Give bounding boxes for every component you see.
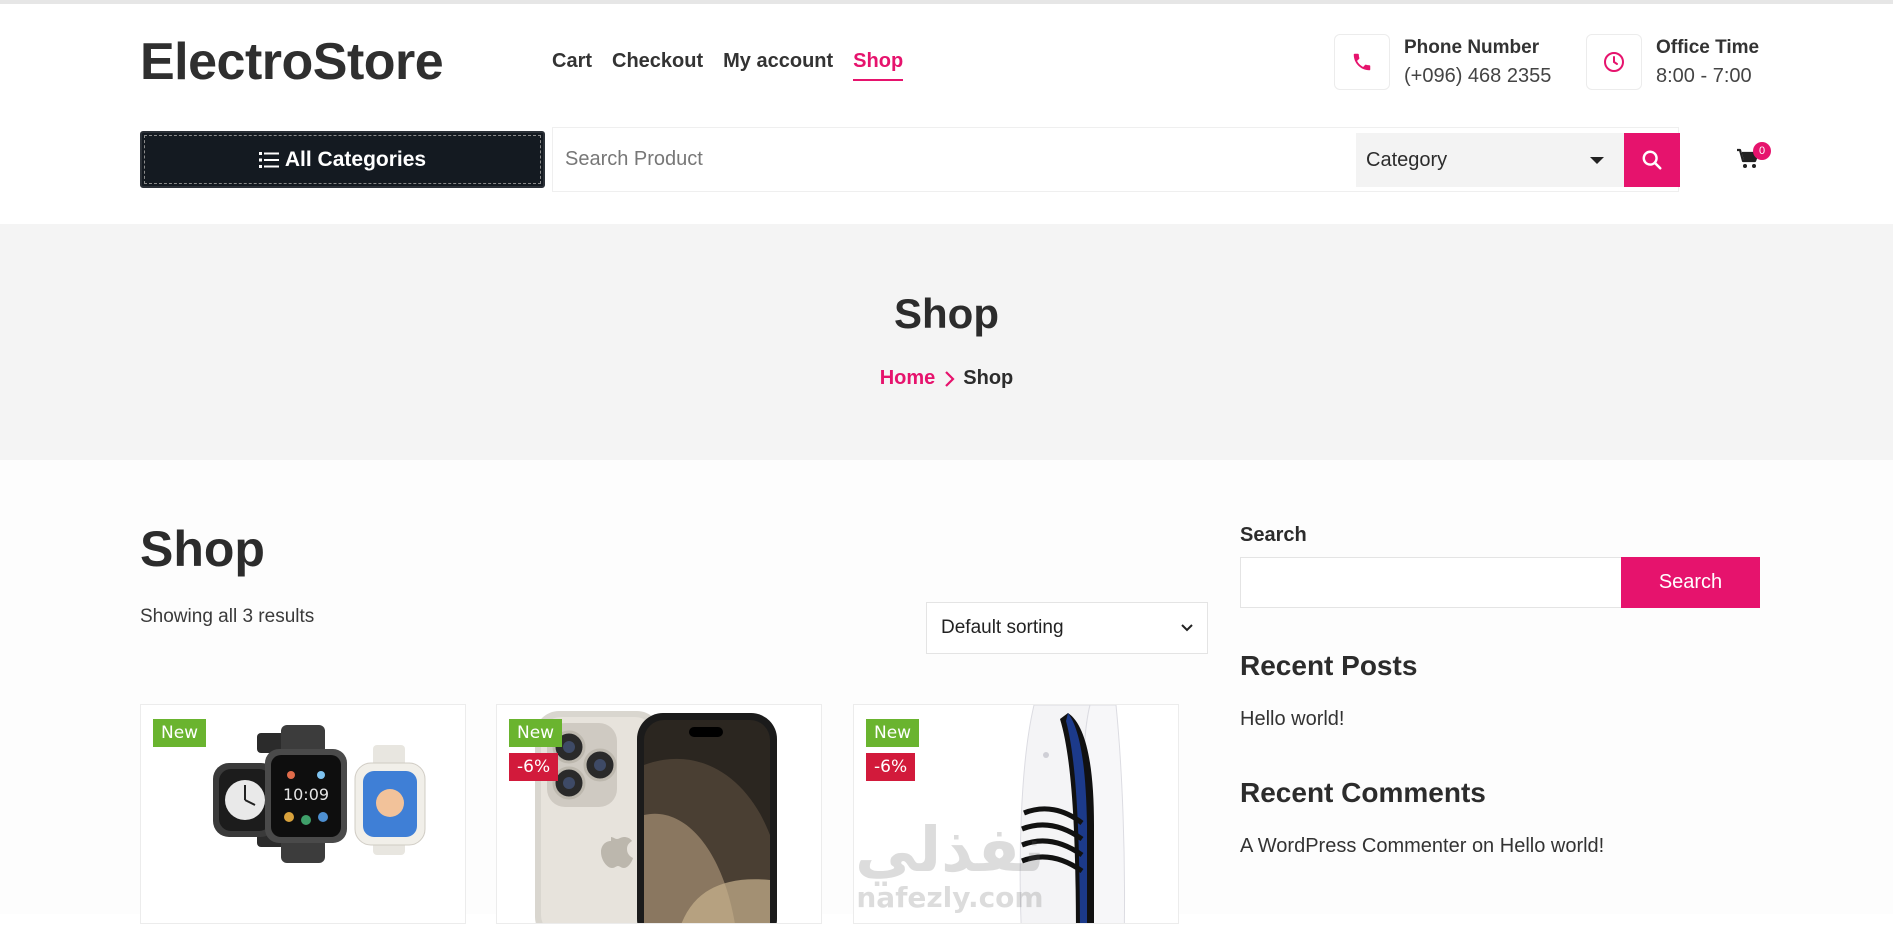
sidebar-search-button[interactable]: Search	[1621, 557, 1760, 608]
breadcrumb-home[interactable]: Home	[880, 367, 936, 390]
page-banner: Shop Home Shop	[0, 224, 1893, 460]
product-card[interactable]: New -6%	[853, 704, 1179, 924]
new-badge: New	[866, 719, 920, 747]
banner-title: Shop	[894, 290, 999, 337]
breadcrumb-current: Shop	[963, 367, 1014, 389]
shop-content: Shop Showing all 3 results Default sorti…	[0, 460, 1893, 924]
breadcrumb: Home Shop	[0, 367, 1893, 390]
search-icon	[1642, 150, 1662, 170]
recent-post-link[interactable]: Hello world!	[1240, 708, 1760, 731]
sidebar-search-input[interactable]	[1240, 557, 1622, 608]
all-categories-label: All Categories	[284, 147, 427, 171]
category-select[interactable]: Category	[1356, 133, 1624, 187]
phone-title: Phone Number	[1404, 36, 1540, 58]
product-search-button[interactable]	[1624, 133, 1680, 187]
office-value: 8:00 - 7:00	[1656, 64, 1752, 87]
new-badge: New	[153, 719, 207, 747]
recent-comments-title: Recent Comments	[1240, 777, 1486, 808]
recent-comment: A WordPress Commenter on Hello world!	[1240, 835, 1760, 858]
cart-button[interactable]: 0	[1736, 142, 1771, 175]
svg-text:10:09: 10:09	[283, 785, 329, 804]
phone-info: Phone Number (+096) 468 2355	[1334, 34, 1551, 90]
recent-posts-title: Recent Posts	[1240, 650, 1418, 681]
office-title: Office Time	[1656, 36, 1760, 58]
sort-select-value: Default sorting	[941, 617, 1064, 638]
result-count: Showing all 3 results	[140, 606, 315, 627]
new-badge: New	[509, 719, 563, 747]
product-search-bar: Category	[552, 127, 1680, 192]
office-info: Office Time 8:00 - 7:00	[1586, 34, 1759, 90]
main-navigation: Cart Checkout My account Shop	[552, 50, 904, 81]
nav-shop[interactable]: Shop	[853, 50, 904, 81]
phone-value: (+096) 468 2355	[1404, 64, 1552, 87]
clock-icon-box	[1586, 34, 1642, 90]
nav-checkout[interactable]: Checkout	[612, 50, 703, 81]
nav-cart[interactable]: Cart	[552, 50, 592, 81]
product-search-input[interactable]	[553, 128, 1356, 191]
list-icon	[258, 151, 279, 168]
chevron-right-icon	[945, 370, 955, 387]
comment-post-link[interactable]: Hello world!	[1500, 835, 1604, 857]
site-logo[interactable]: ElectroStore	[140, 32, 444, 92]
discount-badge: -6%	[866, 753, 916, 781]
caret-down-icon	[1590, 157, 1604, 164]
sort-select[interactable]: Default sorting	[926, 602, 1208, 654]
product-card[interactable]: New -6%	[496, 704, 822, 924]
discount-badge: -6%	[509, 753, 559, 781]
all-categories-button[interactable]: All Categories	[140, 131, 545, 188]
phone-icon-box	[1334, 34, 1390, 90]
product-card[interactable]: 10:09 New	[140, 704, 466, 924]
clock-icon	[1604, 52, 1624, 72]
site-header: ElectroStore Cart Checkout My account Sh…	[0, 4, 1893, 224]
page-title: Shop	[140, 521, 265, 577]
comment-author-link[interactable]: A WordPress Commenter	[1240, 835, 1466, 857]
sidebar-search-form: Search	[1240, 557, 1760, 608]
chevron-down-icon	[1181, 624, 1193, 632]
comment-on-text: on	[1471, 835, 1495, 857]
sidebar: Search Search Recent Posts Hello world! …	[1240, 524, 1760, 858]
cart-count-badge: 0	[1753, 142, 1771, 160]
nav-my-account[interactable]: My account	[723, 50, 833, 81]
category-select-value: Category	[1366, 148, 1448, 171]
phone-icon	[1353, 53, 1371, 71]
sidebar-search-label: Search	[1240, 524, 1307, 546]
